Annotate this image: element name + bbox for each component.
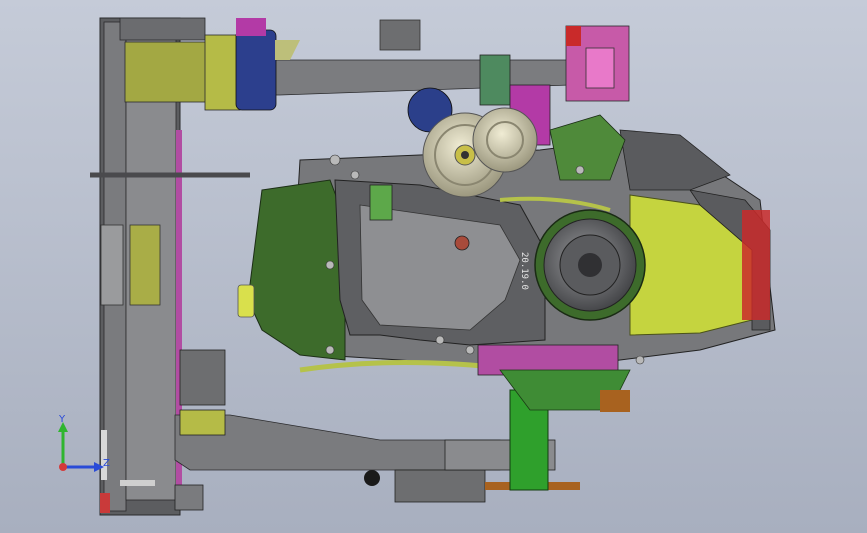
triad-axes — [58, 422, 104, 472]
3d-viewport[interactable]: 20.19.0 Y Z — [0, 0, 867, 533]
engine-assembly-model[interactable]: 20.19.0 — [0, 0, 867, 533]
triad-z-label: Z — [103, 458, 110, 469]
triad-y-label: Y — [59, 414, 66, 425]
engraved-part-number: 20.19.0 — [519, 252, 529, 290]
crankshaft-damper — [534, 209, 646, 321]
orientation-triad[interactable]: Y Z — [46, 410, 116, 480]
